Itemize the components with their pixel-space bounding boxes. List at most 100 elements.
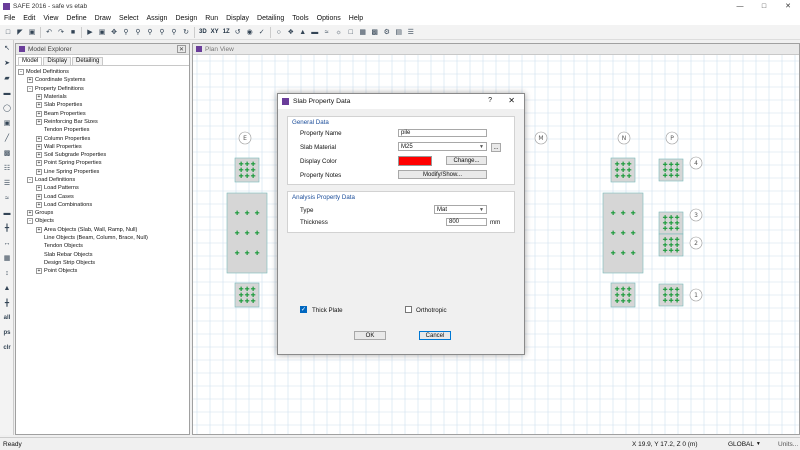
check-icon[interactable]: ✓ [257, 27, 267, 37]
tab-display[interactable]: Display [43, 57, 72, 65]
orthotropic-checkbox[interactable] [405, 306, 412, 313]
menu-assign[interactable]: Assign [142, 15, 171, 22]
pan-icon[interactable]: ✥ [109, 27, 119, 37]
menu-design[interactable]: Design [171, 15, 201, 22]
help-icon[interactable]: ? [488, 97, 492, 104]
frame-icon[interactable]: □ [346, 27, 356, 37]
thick-plate-checkbox[interactable]: ✓ [300, 306, 307, 313]
expand-icon[interactable]: + [36, 152, 42, 159]
draw-point-icon[interactable]: ▣ [1, 116, 13, 130]
rotate-icon[interactable]: ↺ [233, 27, 243, 37]
snap-icon[interactable]: ▲ [1, 281, 13, 295]
list-icon[interactable]: ☰ [406, 27, 416, 37]
close-icon[interactable]: ✕ [177, 45, 186, 53]
draw-rebar-icon[interactable]: ╋ [1, 221, 13, 235]
menu-edit[interactable]: Edit [19, 15, 39, 22]
tree-node[interactable]: - Model Definitions [18, 68, 189, 76]
expand-icon[interactable]: + [36, 160, 42, 167]
tree-node[interactable]: + Coordinate Systems [18, 76, 189, 84]
shrink-icon[interactable]: ❖ [286, 27, 296, 37]
draw-grid-icon[interactable]: ▦ [1, 251, 13, 265]
collapse-icon[interactable]: - [18, 69, 24, 76]
draw-beam-icon[interactable]: ☰ [1, 176, 13, 190]
close-icon[interactable]: ✕ [508, 96, 515, 105]
run-icon[interactable]: ▶ [85, 27, 95, 37]
deformed-icon[interactable]: ≈ [322, 27, 332, 37]
zoom-in-icon[interactable]: ⚲ [133, 27, 143, 37]
expand-icon[interactable]: + [36, 102, 42, 109]
expand-icon[interactable]: + [36, 193, 42, 200]
tree-node[interactable]: + Soil Subgrade Properties [18, 151, 189, 159]
clear-selection-button[interactable]: clr [1, 341, 13, 355]
coordinate-system-select[interactable]: GLOBAL ▼ [728, 441, 761, 448]
collapse-icon[interactable]: - [27, 177, 33, 183]
tree-node[interactable]: - Property Definitions [18, 85, 189, 93]
menu-draw[interactable]: Draw [91, 15, 115, 22]
tree-node[interactable]: + Slab Properties [18, 101, 189, 109]
undo-icon[interactable]: ↶ [44, 27, 54, 37]
tree-node[interactable]: - Load Definitions [18, 176, 189, 184]
thickness-field[interactable]: 800 [446, 218, 487, 226]
grid-options-icon[interactable]: ▦ [358, 27, 368, 37]
open-folder-icon[interactable]: ◤ [15, 27, 25, 37]
draw-section-icon[interactable]: ↕ [1, 266, 13, 280]
table-icon[interactable]: ▤ [394, 27, 404, 37]
tab-detailing[interactable]: Detailing [72, 57, 104, 65]
refresh-icon[interactable]: ↻ [181, 27, 191, 37]
draw-rect-icon[interactable]: ▬ [1, 86, 13, 100]
menu-file[interactable]: File [0, 15, 19, 22]
zoom-extents-icon[interactable]: ⚲ [169, 27, 179, 37]
redo-icon[interactable]: ↷ [56, 27, 66, 37]
draw-strip-icon[interactable]: ▬ [1, 206, 13, 220]
expand-icon[interactable]: + [36, 268, 42, 275]
tree-node[interactable]: + Load Cases [18, 192, 189, 200]
zoom-previous-icon[interactable]: ⚲ [157, 27, 167, 37]
plate-icon[interactable]: ▬ [310, 27, 320, 37]
draw-poly-icon[interactable]: ◯ [1, 101, 13, 115]
zoom-out-icon[interactable]: ⚲ [145, 27, 155, 37]
expand-icon[interactable]: + [27, 77, 33, 84]
grid-line-icon[interactable]: ╋ [1, 296, 13, 310]
expand-icon[interactable]: + [36, 110, 42, 117]
expand-icon[interactable]: + [36, 168, 42, 175]
tree-node[interactable]: Tendon Objects [18, 242, 189, 250]
draw-wall-icon[interactable]: ▩ [1, 146, 13, 160]
tab-model[interactable]: Model [18, 57, 43, 65]
expand-icon[interactable]: + [36, 185, 42, 192]
new-file-icon[interactable]: □ [3, 27, 13, 37]
expand-icon[interactable]: + [27, 210, 33, 217]
select-all-button[interactable]: all [1, 311, 13, 325]
lock-model-icon[interactable]: ▣ [97, 27, 107, 37]
lock-icon[interactable]: ■ [68, 27, 78, 37]
change-color-button[interactable]: Change... [446, 156, 487, 165]
draw-tendon-icon[interactable]: ≈ [1, 191, 13, 205]
settings-icon[interactable]: ⚙ [382, 27, 392, 37]
tree-node[interactable]: + Area Objects (Slab, Wall, Ramp, Null) [18, 226, 189, 234]
tree-node[interactable]: + Beam Properties [18, 109, 189, 117]
warning-icon[interactable]: ▲ [298, 27, 308, 37]
menu-options[interactable]: Options [313, 15, 345, 22]
material-browse-button[interactable]: ... [491, 143, 501, 152]
tree-node[interactable]: + Wall Properties [18, 143, 189, 151]
reshape-icon[interactable]: ➤ [1, 56, 13, 70]
menu-detailing[interactable]: Detailing [253, 15, 288, 22]
cancel-button[interactable]: Cancel [419, 331, 451, 340]
menu-help[interactable]: Help [345, 15, 367, 22]
view-1z-button[interactable]: 1Z [221, 29, 232, 35]
menu-select[interactable]: Select [115, 15, 142, 22]
draw-area-icon[interactable]: ▰ [1, 71, 13, 85]
property-name-field[interactable]: pile [398, 129, 487, 137]
menu-define[interactable]: Define [62, 15, 90, 22]
tree-node[interactable]: + Groups [18, 209, 189, 217]
save-icon[interactable]: ▣ [27, 27, 37, 37]
zoom-window-icon[interactable]: ⚲ [121, 27, 131, 37]
slab-material-select[interactable]: M25 ▼ [398, 142, 487, 151]
menu-run[interactable]: Run [201, 15, 222, 22]
tree-node[interactable]: Design Strip Objects [18, 259, 189, 267]
draw-dimension-icon[interactable]: ↔ [1, 236, 13, 250]
type-select[interactable]: Mat ▼ [434, 205, 487, 214]
camera-icon[interactable]: ◉ [245, 27, 255, 37]
tree-node[interactable]: + Materials [18, 93, 189, 101]
expand-icon[interactable]: + [36, 226, 42, 233]
tree-node[interactable]: - Objects [18, 217, 189, 225]
